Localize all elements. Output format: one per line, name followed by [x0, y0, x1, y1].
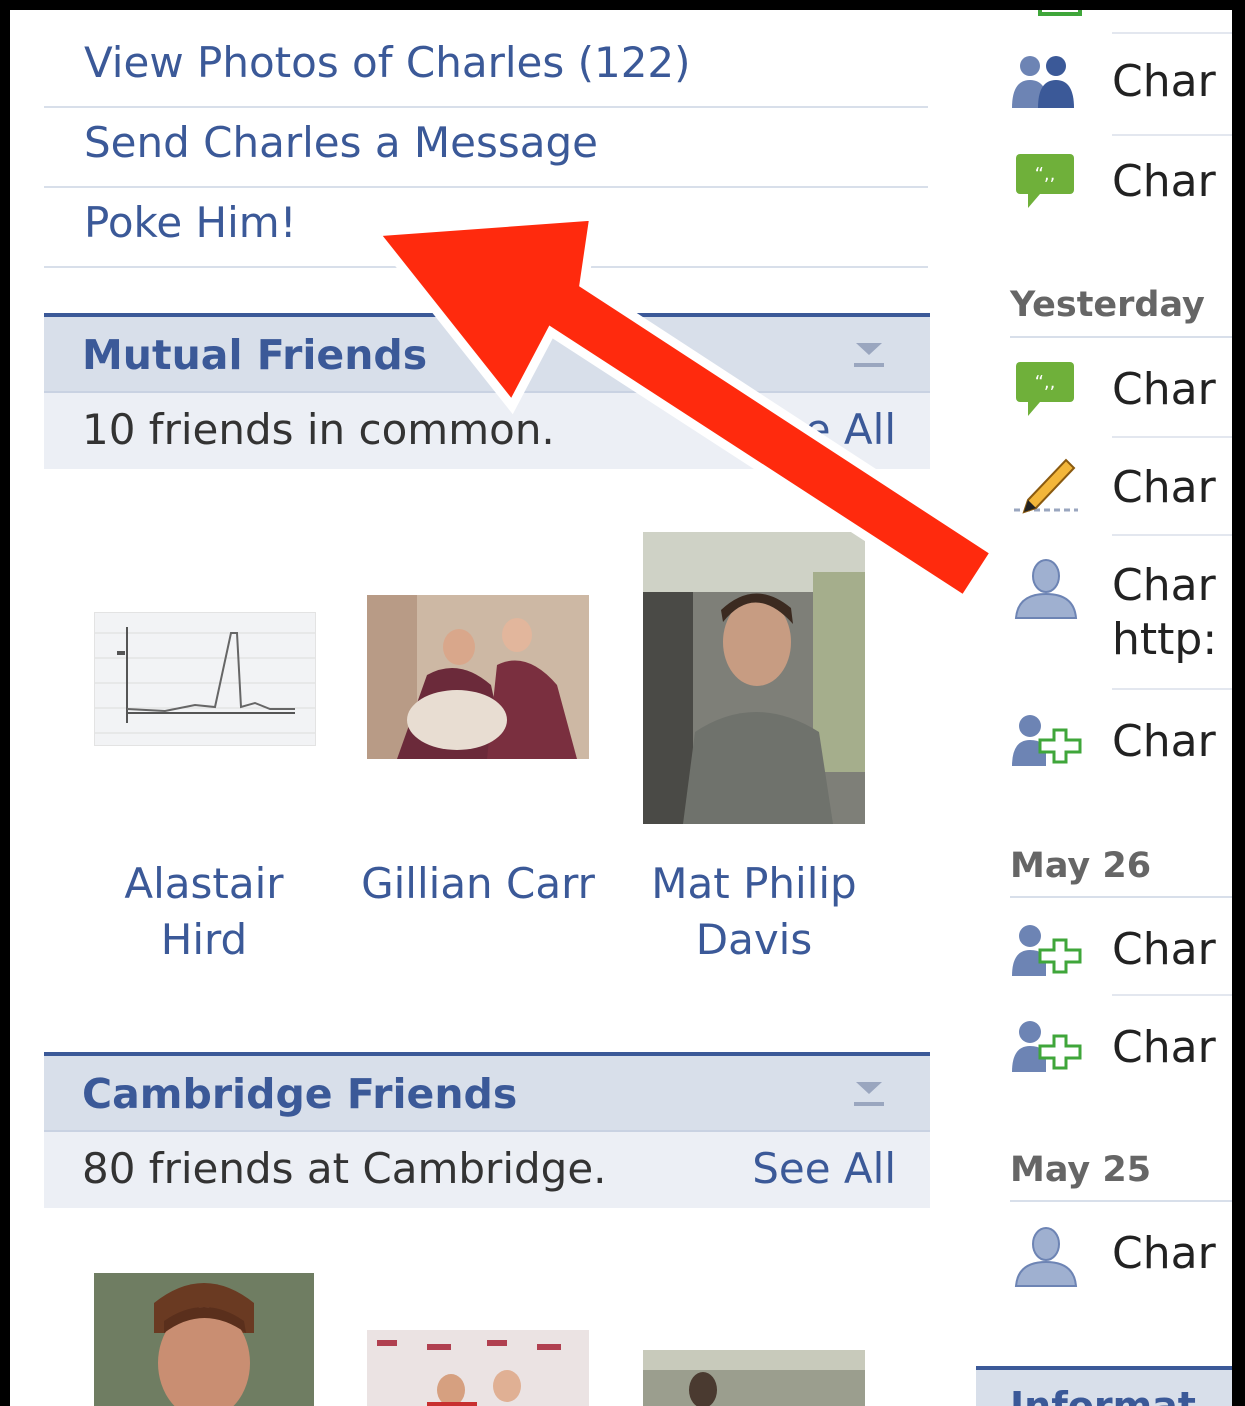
profile-page: View Photos of Charles (122) Send Charle… [10, 10, 1232, 1406]
red-arrow-annotation [365, 211, 1002, 607]
